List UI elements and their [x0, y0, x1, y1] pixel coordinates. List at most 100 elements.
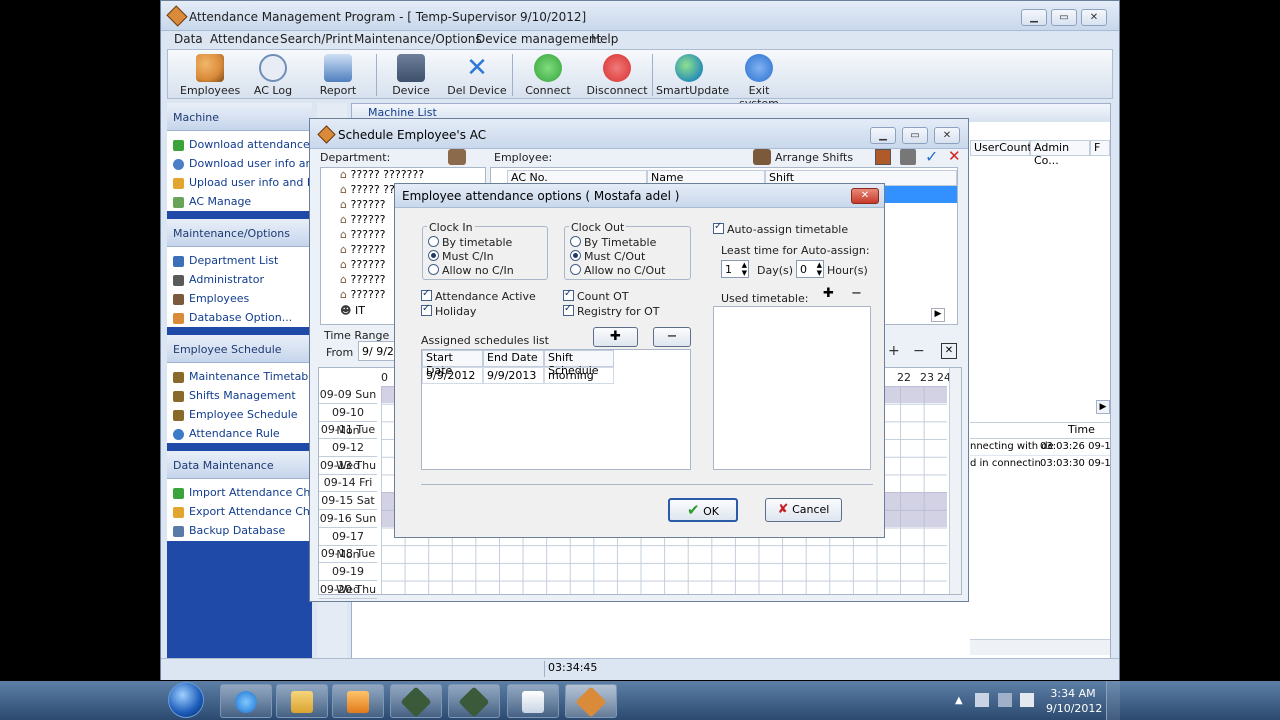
from-date-field[interactable]: 9/ 9/2 — [358, 341, 398, 361]
log-horizontal-scrollbar[interactable] — [970, 639, 1110, 655]
taskbar-internet-explorer[interactable] — [220, 684, 272, 718]
add-timetable-icon[interactable]: ✚ — [823, 286, 834, 301]
taskbar-app-2[interactable] — [448, 684, 500, 718]
schedule-vertical-scrollbar[interactable] — [949, 368, 961, 594]
add-plus-icon[interactable]: + — [888, 343, 900, 359]
menu-maintenance-options[interactable]: Maintenance/Options — [354, 32, 482, 46]
smartupdate-button[interactable]: SmartUpdate — [656, 52, 729, 98]
sidebar-item-backup-database[interactable]: Backup Database — [167, 522, 312, 541]
data-maintenance-section-header[interactable]: Data Maintenance — [167, 451, 312, 479]
schedule-icon[interactable] — [875, 149, 891, 165]
sidebar-item-department-list[interactable]: Department List — [167, 252, 312, 271]
volume-icon[interactable] — [1020, 693, 1034, 707]
clock-date[interactable]: 9/10/2012 — [1046, 702, 1102, 715]
remove-timetable-icon[interactable]: − — [851, 286, 862, 301]
menu-help[interactable]: Help — [591, 32, 618, 46]
print-icon[interactable] — [900, 149, 916, 165]
exit-system-button[interactable]: Exit system — [732, 52, 786, 110]
holiday-checkbox[interactable]: Holiday — [421, 303, 476, 318]
minimize-button[interactable]: ▁ — [1021, 9, 1047, 26]
count-ot-checkbox[interactable]: Count OT — [563, 288, 629, 303]
sidebar-item-employees[interactable]: Employees — [167, 290, 312, 309]
employees-button[interactable]: Employees — [180, 52, 240, 98]
maximize-button[interactable]: ▭ — [902, 127, 928, 144]
taskbar-explorer[interactable] — [276, 684, 328, 718]
maintenance-section-header[interactable]: Maintenance/Options — [167, 219, 312, 247]
sidebar-item-export-attendance[interactable]: Export Attendance Checkin — [167, 503, 312, 522]
department-employees-icon[interactable] — [448, 149, 466, 165]
menu-attendance[interactable]: Attendance — [210, 32, 279, 46]
taskbar-media-player[interactable] — [332, 684, 384, 718]
sidebar-item-employee-schedule[interactable]: Employee Schedule — [167, 406, 312, 425]
check-icon[interactable]: ✓ — [925, 147, 938, 166]
column-shift-schedule[interactable]: Shift Schedule — [544, 350, 614, 377]
cancel-button[interactable]: ✘ Cancel — [765, 498, 842, 522]
clock-in-must[interactable]: Must C/In — [428, 250, 494, 263]
registry-ot-checkbox[interactable]: Registry for OT — [563, 303, 660, 318]
clock-out-by-timetable[interactable]: By Timetable — [570, 236, 656, 249]
close-button[interactable]: ✕ — [851, 188, 879, 204]
days-spinner[interactable]: 1 ▲ ▼ — [721, 260, 749, 278]
sidebar-item-download-user-info[interactable]: Download user info and Fp — [167, 155, 312, 174]
show-hidden-icons-button[interactable]: ▲ — [955, 695, 963, 706]
sidebar-item-ac-manage[interactable]: AC Manage — [167, 193, 312, 212]
column-start-date[interactable]: Start Date — [422, 350, 483, 377]
spinner-arrows-icon[interactable]: ▲ ▼ — [742, 261, 747, 277]
ok-button[interactable]: ✔ OK — [668, 498, 738, 522]
column-admin-count[interactable]: Admin Co... — [1030, 140, 1090, 167]
clock-out-allow-none[interactable]: Allow no C/Out — [570, 264, 665, 277]
connect-button[interactable]: Connect — [522, 52, 574, 98]
start-button[interactable] — [168, 682, 204, 718]
flag-icon[interactable] — [975, 693, 989, 707]
disconnect-button[interactable]: Disconnect — [586, 52, 648, 98]
sidebar-item-maintenance-timetables[interactable]: Maintenance Timetables — [167, 368, 312, 387]
maximize-button[interactable]: ▭ — [1051, 9, 1077, 26]
spinner-arrows-icon[interactable]: ▲ ▼ — [817, 261, 822, 277]
show-desktop-button[interactable] — [1106, 681, 1120, 720]
taskbar-app-3[interactable] — [507, 684, 559, 718]
menu-search-print[interactable]: Search/Print — [280, 32, 353, 46]
sidebar-item-database-option[interactable]: Database Option... — [167, 309, 312, 328]
taskbar-app-1[interactable] — [390, 684, 442, 718]
attendance-active-checkbox[interactable]: Attendance Active — [421, 288, 536, 303]
clock-in-allow-none[interactable]: Allow no C/In — [428, 264, 514, 277]
sidebar-item-import-attendance[interactable]: Import Attendance Checkin — [167, 484, 312, 503]
column-end-date[interactable]: End Date — [483, 350, 544, 367]
auto-assign-checkbox[interactable]: Auto-assign timetable — [713, 221, 848, 236]
sidebar-item-upload-user-info[interactable]: Upload user info and FP — [167, 174, 312, 193]
machine-section-header[interactable]: Machine — [167, 103, 312, 131]
remove-minus-icon[interactable]: − — [913, 343, 925, 359]
close-button[interactable]: ✕ — [1081, 9, 1107, 26]
device-button[interactable]: Device — [386, 52, 436, 98]
report-button[interactable]: Report — [313, 52, 363, 98]
minimize-button[interactable]: ▁ — [870, 127, 896, 144]
clock-time[interactable]: 3:34 AM — [1048, 687, 1098, 700]
arrange-shifts-button[interactable]: Arrange Shifts — [775, 151, 853, 164]
scroll-right-button[interactable]: ▶ — [931, 308, 945, 322]
sidebar-item-attendance-rule[interactable]: Attendance Rule — [167, 425, 312, 444]
close-x-icon[interactable]: ✕ — [948, 147, 961, 165]
clock-out-must[interactable]: Must C/Out — [570, 250, 645, 263]
menu-device-management[interactable]: Device management — [476, 32, 601, 46]
remove-schedule-button[interactable]: − — [653, 327, 691, 347]
scroll-right-button[interactable]: ▶ — [1096, 400, 1110, 414]
column-usercount[interactable]: UserCount — [970, 140, 1032, 156]
table-row[interactable]: 9/9/2012 9/9/2013 morning — [422, 367, 614, 384]
close-button[interactable]: ✕ — [934, 127, 960, 144]
hours-spinner[interactable]: 0 ▲ ▼ — [796, 260, 824, 278]
department-node[interactable]: ⌂ ????? ??????? — [340, 168, 470, 183]
schedule-section-header[interactable]: Employee Schedule — [167, 335, 312, 363]
sidebar-item-download-logs[interactable]: Download attendance logs — [167, 136, 312, 155]
column-f[interactable]: F — [1090, 140, 1110, 156]
menu-data[interactable]: Data — [174, 32, 203, 46]
sidebar-item-administrator[interactable]: Administrator — [167, 271, 312, 290]
add-schedule-button[interactable]: ✚ — [593, 327, 638, 347]
network-icon[interactable] — [998, 693, 1012, 707]
used-timetable-list[interactable] — [713, 306, 871, 470]
ac-log-button[interactable]: AC Log — [248, 52, 298, 98]
taskbar-app-active[interactable] — [565, 684, 617, 718]
clock-in-by-timetable[interactable]: By timetable — [428, 236, 512, 249]
sidebar-item-shifts-management[interactable]: Shifts Management — [167, 387, 312, 406]
clear-schedule-icon[interactable]: ✕ — [941, 343, 957, 359]
del-device-button[interactable]: ✕ Del Device — [446, 52, 508, 98]
